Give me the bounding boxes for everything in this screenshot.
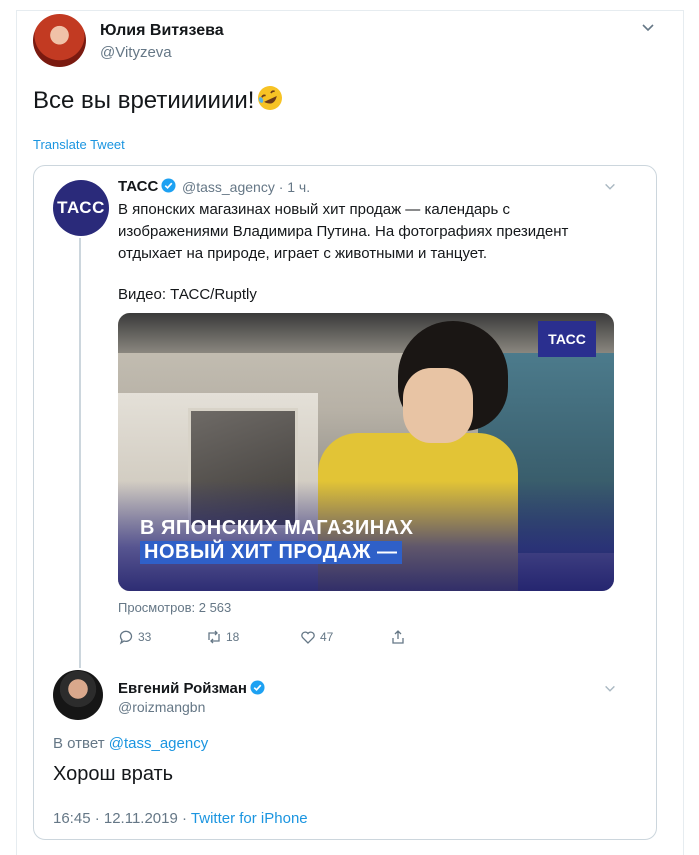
share-action[interactable] [390,627,410,647]
tass-avatar[interactable]: ТАСС [53,180,109,236]
video-caption-line1: В ЯПОНСКИХ МАГАЗИНАХ [140,517,414,539]
reply-author-avatar[interactable] [53,670,103,720]
replying-to: В ответ @tass_agency [53,735,208,752]
like-action[interactable]: 47 [300,627,333,647]
tass-handle-time[interactable]: @tass_agency · 1 ч. [182,179,310,195]
timestamp[interactable]: 16:45 · 12.11.2019 · [53,810,187,827]
video-player[interactable]: ТАСС В ЯПОНСКИХ МАГАЗИНАХ НОВЫЙ ХИТ ПРОД… [118,313,614,591]
shop-assistant-face [403,368,473,443]
heart-icon [301,631,315,644]
thread-connector [79,238,81,668]
retweet-icon [208,630,220,644]
tweet-text-content: Все вы вретииииии! [33,87,255,114]
retweet-action[interactable]: 18 [206,627,239,647]
tweet-text: Все вы вретииииии! [33,84,284,115]
laughing-emoji-icon [258,86,283,110]
video-caption-line2: НОВЫЙ ХИТ ПРОДАЖ — [140,541,402,564]
chevron-down-icon[interactable] [640,20,656,36]
reply-author-name[interactable]: Евгений Ройзман [118,680,265,697]
tass-name[interactable]: ТАСС [118,178,176,195]
verified-badge-icon [161,178,176,193]
client-link[interactable]: Twitter for iPhone [191,810,308,827]
author-avatar[interactable] [33,14,86,67]
reply-icon [119,630,133,645]
reply-to-handle-link[interactable]: @tass_agency [109,735,208,752]
verified-badge-icon [250,680,265,695]
video-credit: Видео: ТАСС/Ruptly [118,286,257,303]
tass-name-label: ТАСС [118,178,159,195]
chevron-down-icon[interactable] [603,180,617,194]
like-count: 47 [320,630,334,644]
author-handle[interactable]: @Vityzeva [100,44,172,61]
reply-prefix: В ответ [53,735,105,752]
tass-tweet-text: В японских магазинах новый хит продаж — … [118,201,569,262]
reply-text: Хорош врать [53,763,174,785]
timestamp-line: 16:45 · 12.11.2019 · Twitter for iPhone [53,810,308,827]
tass-logo-badge: ТАСС [538,321,596,357]
author-name[interactable]: Юлия Витязева [100,22,224,40]
reply-count: 33 [138,630,152,644]
reply-author-handle[interactable]: @roizmangbn [118,699,205,715]
translate-tweet-link[interactable]: Translate Tweet [33,137,125,152]
share-icon [392,630,404,644]
reply-author-name-label: Евгений Ройзман [118,680,247,697]
retweet-count: 18 [226,630,240,644]
view-count: Просмотров: 2 563 [118,600,232,615]
chevron-down-icon[interactable] [603,682,617,696]
reply-action[interactable]: 33 [118,627,151,647]
